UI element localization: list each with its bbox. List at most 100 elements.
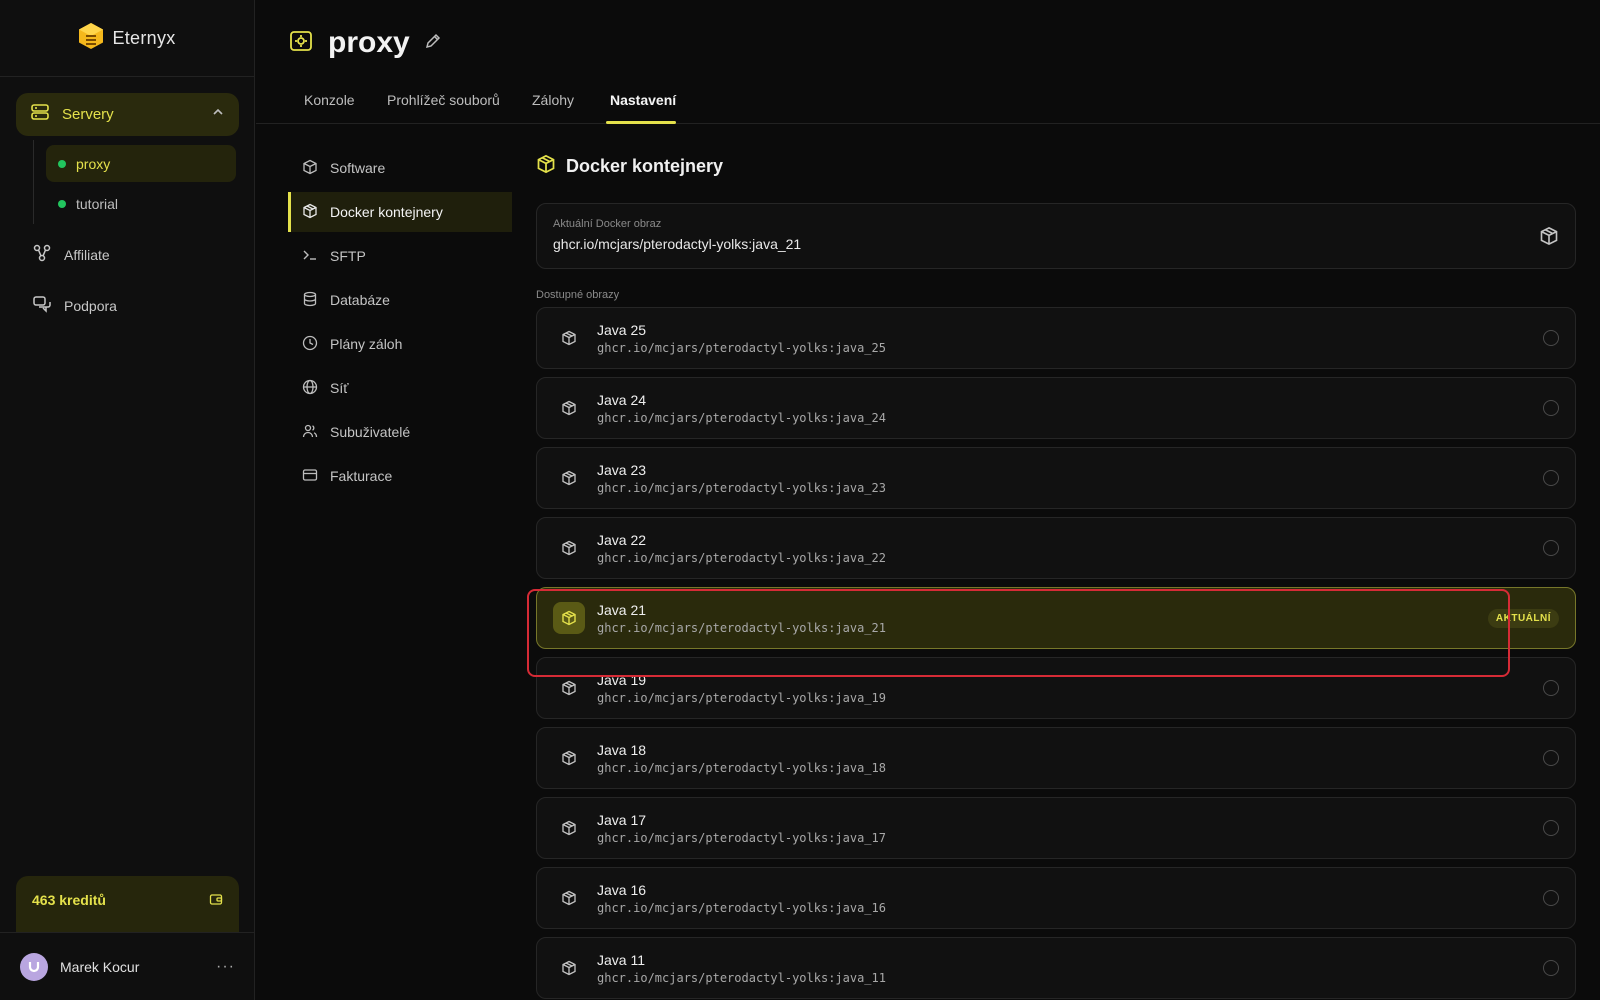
settings-item-sit[interactable]: Síť	[288, 368, 512, 408]
image-radio[interactable]	[1543, 960, 1559, 976]
image-option-java-22[interactable]: Java 22 ghcr.io/mcjars/pterodactyl-yolks:…	[536, 517, 1576, 579]
sidebar-server-proxy[interactable]: proxy	[46, 145, 236, 182]
credits-card[interactable]: 463 kreditů	[16, 876, 239, 932]
settings-item-software[interactable]: Software	[288, 148, 512, 188]
settings-item-label: Software	[330, 160, 386, 176]
status-online-dot	[58, 199, 66, 208]
cube-icon	[553, 392, 585, 424]
sidebar-item-affiliate[interactable]: Affiliate	[32, 243, 110, 266]
tab-konzole[interactable]: Konzole	[304, 92, 355, 108]
image-option-java-16[interactable]: Java 16 ghcr.io/mcjars/pterodactyl-yolks:…	[536, 867, 1576, 929]
image-option-java-24[interactable]: Java 24 ghcr.io/mcjars/pterodactyl-yolks:…	[536, 377, 1576, 439]
cube-icon	[553, 532, 585, 564]
image-name: Java 16	[597, 881, 647, 898]
server-icon	[30, 102, 50, 127]
avatar[interactable]	[20, 952, 48, 981]
user-name: Marek Kocur	[60, 958, 140, 975]
network-icon	[32, 243, 52, 266]
settings-item-databaze[interactable]: Databáze	[288, 280, 512, 320]
image-radio[interactable]	[1543, 750, 1559, 766]
image-option-java-11[interactable]: Java 11 ghcr.io/mcjars/pterodactyl-yolks:…	[536, 937, 1576, 999]
image-radio[interactable]	[1543, 540, 1559, 556]
more-options-icon[interactable]: ···	[216, 958, 235, 976]
eternyx-logo-icon	[78, 22, 104, 55]
user-bar[interactable]: Marek Kocur ···	[0, 932, 255, 1000]
image-radio[interactable]	[1543, 680, 1559, 696]
current-image-value: ghcr.io/mcjars/pterodactyl-yolks:java_21	[553, 236, 802, 252]
image-radio[interactable]	[1543, 820, 1559, 836]
brand-name: Eternyx	[112, 27, 176, 48]
current-badge: AKTUÁLNÍ	[1487, 608, 1559, 628]
wallet-icon[interactable]	[209, 892, 223, 911]
image-name: Java 17	[597, 811, 647, 828]
status-online-dot	[58, 159, 66, 168]
section-title-text: Docker kontejnery	[566, 156, 724, 176]
cube-icon	[302, 203, 318, 222]
cube-icon	[1539, 226, 1559, 251]
settings-item-label: Plány záloh	[330, 336, 403, 352]
image-option-java-17[interactable]: Java 17 ghcr.io/mcjars/pterodactyl-yolks:…	[536, 797, 1576, 859]
settings-item-sftp[interactable]: SFTP	[288, 236, 512, 276]
image-name: Java 21	[597, 601, 647, 618]
image-option-java-25[interactable]: Java 25 ghcr.io/mcjars/pterodactyl-yolks:…	[536, 307, 1576, 369]
image-option-java-23[interactable]: Java 23 ghcr.io/mcjars/pterodactyl-yolks:…	[536, 447, 1576, 509]
server-tabs: Konzole Prohlížeč souborů Zálohy Nastave…	[256, 78, 1600, 124]
chat-icon	[32, 294, 52, 317]
page-title: proxy	[328, 26, 410, 59]
settings-menu: Software Docker kontejnery SFTP Databáze…	[288, 148, 512, 500]
card-icon	[302, 467, 318, 486]
server-settings-icon	[288, 28, 314, 59]
current-image-label: Aktuální Docker obraz	[553, 218, 662, 230]
image-name: Java 18	[597, 741, 647, 758]
sidebar-server-tutorial[interactable]: tutorial	[46, 185, 236, 222]
settings-item-label: Docker kontejnery	[330, 204, 443, 220]
sidebar-item-label: Podpora	[64, 297, 117, 314]
image-radio[interactable]	[1543, 400, 1559, 416]
settings-item-label: Fakturace	[330, 468, 393, 484]
image-path: ghcr.io/mcjars/pterodactyl-yolks:java_16	[597, 900, 886, 915]
chevron-up-icon[interactable]	[211, 105, 225, 124]
image-radio[interactable]	[1543, 330, 1559, 346]
settings-item-label: Síť	[330, 380, 349, 396]
section-title: Docker kontejnery	[536, 154, 1576, 179]
image-option-java-19[interactable]: Java 19 ghcr.io/mcjars/pterodactyl-yolks:…	[536, 657, 1576, 719]
server-label: proxy	[76, 155, 111, 172]
brand[interactable]: Eternyx	[0, 0, 254, 77]
users-icon	[302, 423, 318, 442]
tab-nastaveni[interactable]: Nastavení	[610, 92, 676, 108]
image-option-java-18[interactable]: Java 18 ghcr.io/mcjars/pterodactyl-yolks:…	[536, 727, 1576, 789]
sidebar-item-label: Servery	[62, 106, 114, 123]
sidebar-item-servery[interactable]: Servery	[16, 93, 239, 136]
cube-icon	[536, 154, 556, 179]
image-path: ghcr.io/mcjars/pterodactyl-yolks:java_25	[597, 340, 886, 355]
settings-item-docker[interactable]: Docker kontejnery	[288, 192, 512, 232]
box-icon	[302, 159, 318, 178]
sidebar-item-podpora[interactable]: Podpora	[32, 294, 117, 317]
image-path: ghcr.io/mcjars/pterodactyl-yolks:java_18	[597, 760, 886, 775]
cube-icon	[553, 462, 585, 494]
settings-item-plany-zaloh[interactable]: Plány záloh	[288, 324, 512, 364]
image-name: Java 22	[597, 531, 647, 548]
tab-prohlizec-souboru[interactable]: Prohlížeč souborů	[387, 92, 500, 108]
image-path: ghcr.io/mcjars/pterodactyl-yolks:java_21	[597, 620, 886, 635]
image-path: ghcr.io/mcjars/pterodactyl-yolks:java_17	[597, 830, 886, 845]
sidebar: Eternyx Servery proxy tutorial Affiliate…	[0, 0, 255, 1000]
edit-pencil-icon[interactable]	[424, 32, 442, 55]
settings-item-fakturace[interactable]: Fakturace	[288, 456, 512, 496]
docker-section: Docker kontejnery Aktuální Docker obraz …	[536, 150, 1576, 1000]
image-option-java-21[interactable]: Java 21 ghcr.io/mcjars/pterodactyl-yolks:…	[536, 587, 1576, 649]
tab-zalohy[interactable]: Zálohy	[532, 92, 574, 108]
cube-icon	[553, 322, 585, 354]
cube-icon	[553, 952, 585, 984]
page-header: proxy	[288, 26, 442, 60]
image-radio[interactable]	[1543, 890, 1559, 906]
settings-item-label: Databáze	[330, 292, 390, 308]
settings-item-label: Subuživatelé	[330, 424, 411, 440]
image-radio[interactable]	[1543, 470, 1559, 486]
cube-icon	[553, 672, 585, 704]
settings-item-subuzivatele[interactable]: Subuživatelé	[288, 412, 512, 452]
image-path: ghcr.io/mcjars/pterodactyl-yolks:java_19	[597, 690, 886, 705]
terminal-icon	[302, 247, 318, 266]
image-name: Java 11	[597, 951, 645, 968]
image-list: Java 25 ghcr.io/mcjars/pterodactyl-yolks:…	[536, 307, 1576, 999]
